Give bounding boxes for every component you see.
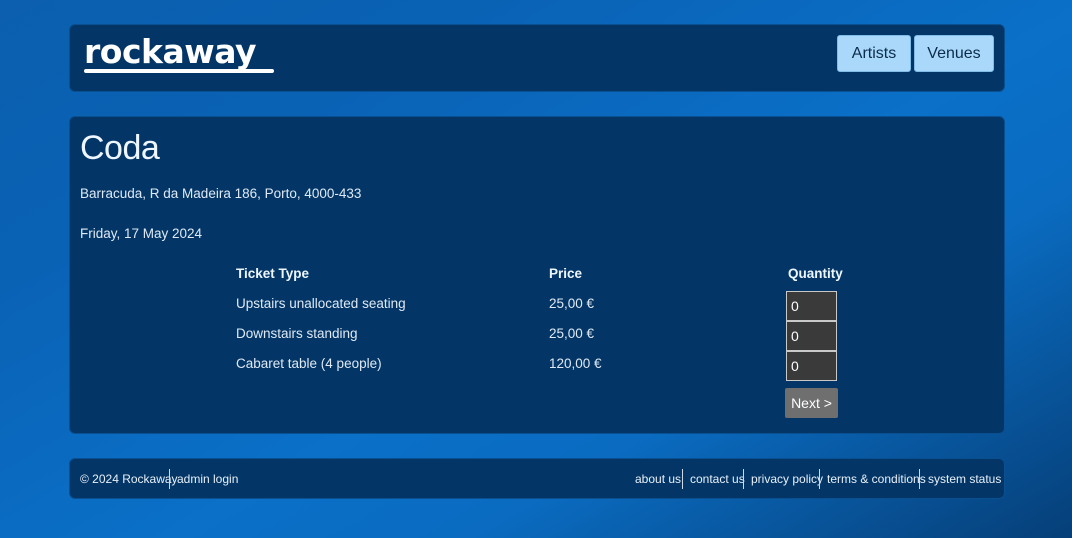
admin-login-link[interactable]: admin login — [177, 471, 238, 487]
event-panel: Coda Barracuda, R da Madeira 186, Porto,… — [69, 116, 1005, 434]
ticket-price-upstairs: 25,00 € — [549, 296, 595, 311]
logo-underline — [84, 69, 274, 73]
quantity-input-upstairs[interactable]: 0 — [786, 291, 837, 321]
about-us-link[interactable]: about us — [635, 471, 681, 487]
privacy-policy-link[interactable]: privacy policy — [751, 471, 823, 487]
column-header-ticket-type: Ticket Type — [236, 266, 310, 281]
venue-address: Barracuda, R da Madeira 186, Porto, 4000… — [80, 186, 362, 201]
column-header-price: Price — [549, 266, 583, 281]
ticket-type-cabaret: Cabaret table (4 people) — [236, 356, 382, 371]
page-title: Coda — [80, 129, 160, 167]
event-date: Friday, 17 May 2024 — [80, 226, 203, 241]
next-button[interactable]: Next > — [785, 388, 838, 418]
ticket-price-cabaret: 120,00 € — [549, 356, 602, 371]
quantity-input-cabaret[interactable]: 0 — [786, 351, 837, 381]
footer-divider — [682, 469, 683, 489]
system-status-link[interactable]: system status — [928, 471, 1001, 487]
contact-us-link[interactable]: contact us — [690, 471, 745, 487]
ticket-type-upstairs: Upstairs unallocated seating — [236, 296, 406, 311]
site-header: rockaway Artists Venues — [69, 24, 1005, 92]
footer-divider — [819, 469, 820, 489]
nav-artists-button[interactable]: Artists — [837, 35, 911, 72]
column-header-quantity: Quantity — [788, 266, 843, 281]
footer-divider — [169, 469, 170, 489]
ticket-price-downstairs: 25,00 € — [549, 326, 595, 341]
nav-venues-button[interactable]: Venues — [914, 35, 994, 72]
ticket-type-downstairs: Downstairs standing — [236, 326, 358, 341]
rockaway-logo[interactable]: rockaway — [84, 35, 278, 75]
site-footer: © 2024 Rockaway admin login about us con… — [69, 458, 1005, 499]
copyright-text: © 2024 Rockaway — [80, 472, 178, 486]
terms-conditions-link[interactable]: terms & conditions — [827, 471, 926, 487]
footer-divider — [743, 469, 744, 489]
footer-divider — [919, 469, 920, 489]
logo-wordmark: rockaway — [84, 32, 256, 71]
quantity-input-downstairs[interactable]: 0 — [786, 321, 837, 351]
